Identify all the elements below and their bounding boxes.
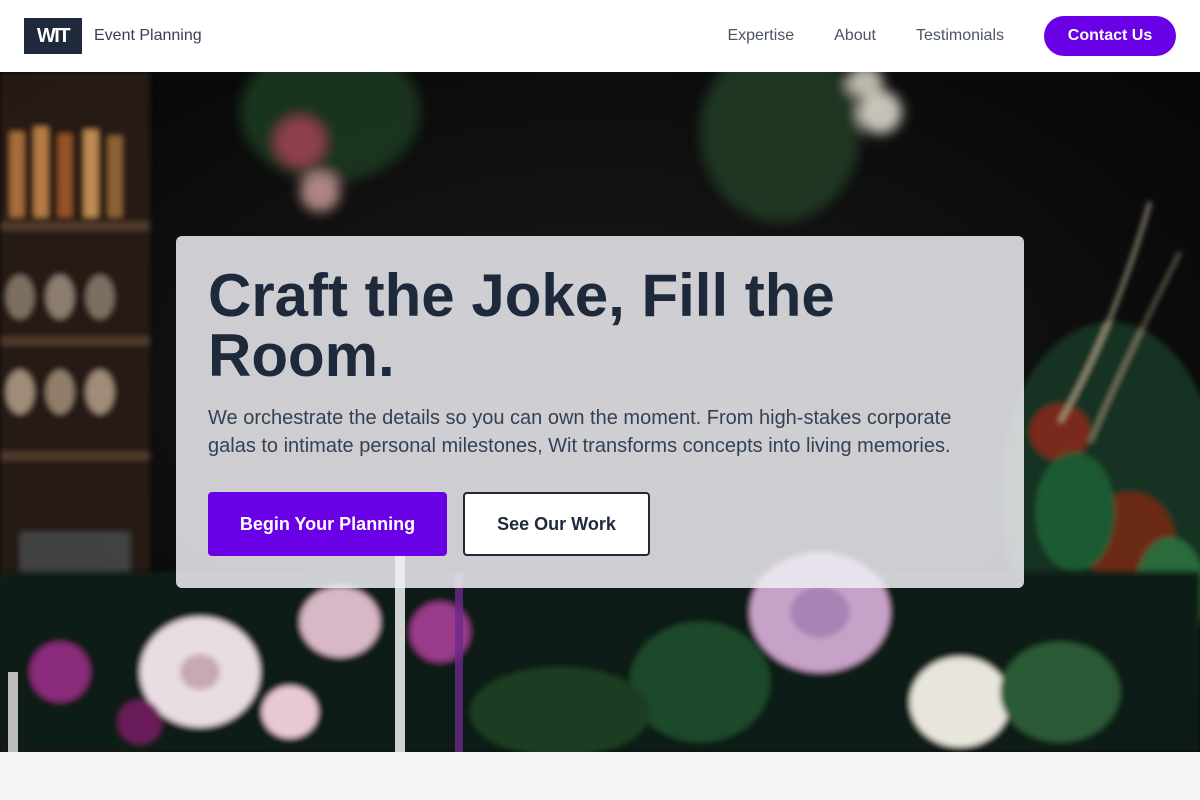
hero-card: Craft the Joke, Fill the Room. We orches… <box>176 236 1024 588</box>
begin-planning-button[interactable]: Begin Your Planning <box>208 492 447 556</box>
contact-us-button[interactable]: Contact Us <box>1044 16 1176 56</box>
logo[interactable]: WIT <box>24 18 82 54</box>
nav-link-expertise[interactable]: Expertise <box>727 27 794 45</box>
hero-title: Craft the Joke, Fill the Room. <box>208 262 835 389</box>
next-section <box>0 752 1200 800</box>
hero-subtitle: We orchestrate the details so you can ow… <box>208 407 952 457</box>
brand-name: Event Planning <box>94 27 202 44</box>
hero-section: Craft the Joke, Fill the Room. We orches… <box>0 72 1200 752</box>
hero-actions: Begin Your Planning See Our Work <box>208 492 992 556</box>
nav-link-about[interactable]: About <box>834 27 876 45</box>
nav-link-testimonials[interactable]: Testimonials <box>916 27 1004 45</box>
main-nav: Expertise About Testimonials Contact Us <box>727 16 1176 56</box>
see-our-work-button[interactable]: See Our Work <box>463 492 650 556</box>
site-header: WIT Event Planning Expertise About Testi… <box>0 0 1200 72</box>
